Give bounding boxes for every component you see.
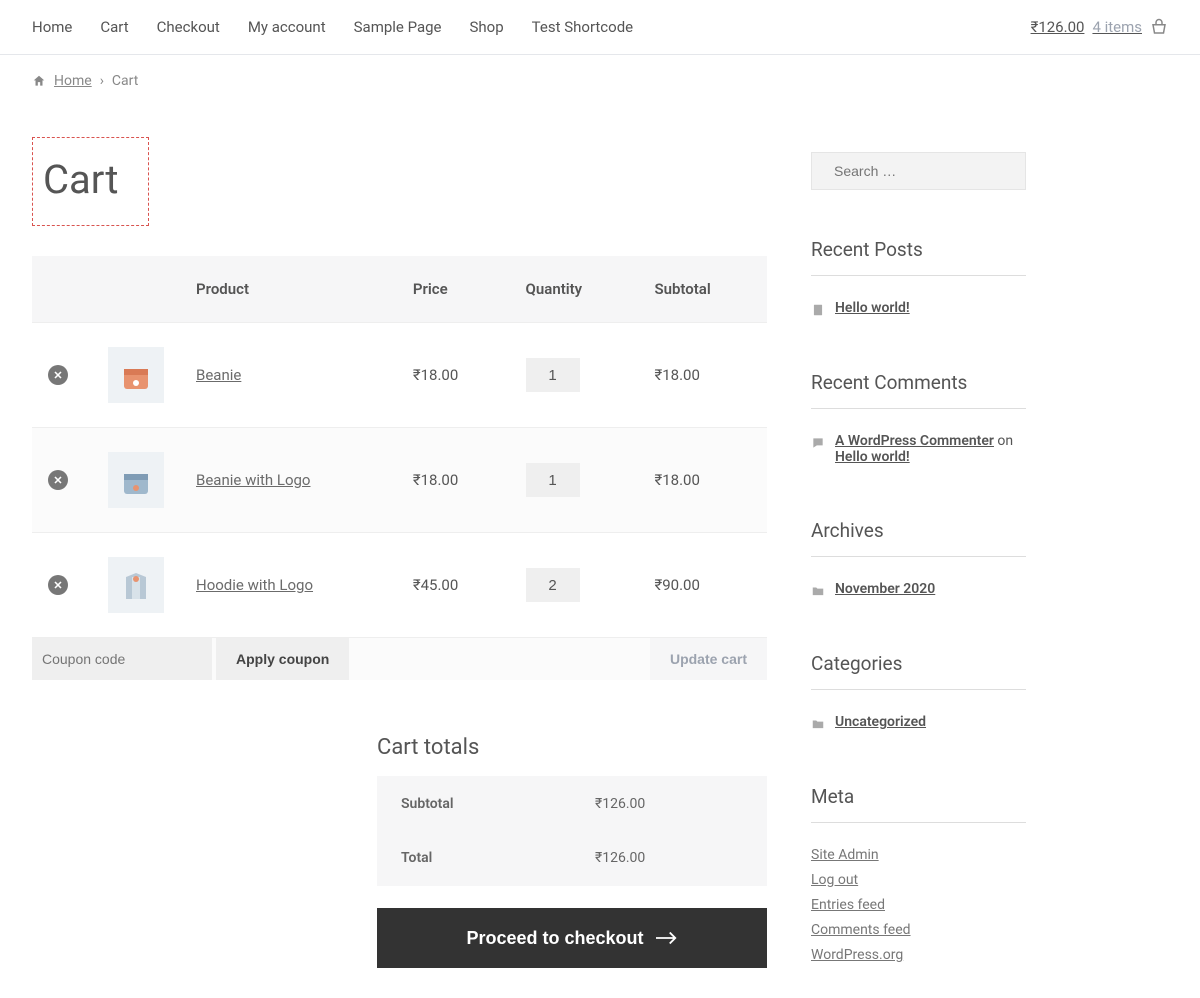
nav-item-cart[interactable]: Cart [100, 18, 128, 36]
checkout-button-label: Proceed to checkout [466, 928, 643, 949]
table-row: ✕ Hoodie with Logo ₹45.00 ₹90.00 [32, 533, 767, 638]
primary-nav: Home Cart Checkout My account Sample Pag… [0, 0, 1200, 55]
product-name-link[interactable]: Hoodie with Logo [196, 576, 313, 594]
archive-link[interactable]: November 2020 [835, 581, 935, 597]
cart-totals: Cart totals Subtotal ₹126.00 Total ₹126.… [377, 735, 767, 968]
category-link[interactable]: Uncategorized [835, 714, 926, 730]
cart-actions-row: Apply coupon Update cart [32, 638, 767, 681]
recent-comments-widget: Recent Comments A WordPress Commenter on… [811, 371, 1026, 471]
remove-item-button[interactable]: ✕ [48, 365, 68, 385]
nav-item-sample-page[interactable]: Sample Page [354, 18, 442, 36]
mini-cart-link[interactable]: ₹126.00 4 items [1031, 18, 1168, 36]
table-row: ✕ Beanie with Logo ₹18.00 ₹18.00 [32, 428, 767, 533]
apply-coupon-button[interactable]: Apply coupon [216, 638, 349, 680]
meta-link-site-admin[interactable]: Site Admin [811, 847, 879, 863]
mini-cart-count: 4 items [1092, 18, 1142, 36]
page-title-highlight: Cart [32, 137, 149, 226]
subtotal-label: Subtotal [379, 778, 571, 830]
table-row: ✕ Beanie ₹18.00 ₹18.00 [32, 323, 767, 428]
product-thumbnail[interactable] [108, 557, 164, 613]
breadcrumb-separator: › [100, 73, 104, 89]
list-item: Hello world! [811, 294, 1026, 323]
col-price: Price [397, 256, 510, 323]
basket-icon [1150, 18, 1168, 36]
remove-item-button[interactable]: ✕ [48, 575, 68, 595]
mini-cart-total: ₹126.00 [1031, 18, 1085, 36]
subtotal-value: ₹126.00 [573, 778, 765, 830]
breadcrumb-home[interactable]: Home [54, 73, 92, 89]
col-subtotal: Subtotal [638, 256, 767, 323]
nav-links: Home Cart Checkout My account Sample Pag… [32, 18, 633, 36]
col-product: Product [180, 256, 397, 323]
product-price: ₹18.00 [397, 323, 510, 428]
quantity-input[interactable] [526, 568, 580, 602]
product-name-link[interactable]: Beanie with Logo [196, 471, 311, 489]
remove-item-button[interactable]: ✕ [48, 470, 68, 490]
col-quantity: Quantity [510, 256, 639, 323]
archives-widget: Archives November 2020 [811, 519, 1026, 604]
cart-totals-title: Cart totals [377, 735, 767, 760]
breadcrumb-current: Cart [112, 73, 138, 89]
total-label: Total [379, 832, 571, 884]
breadcrumb: Home › Cart [0, 55, 1200, 107]
product-thumbnail[interactable] [108, 347, 164, 403]
meta-link-wordpress-org[interactable]: WordPress.org [811, 947, 903, 963]
home-icon [32, 74, 46, 88]
product-price: ₹18.00 [397, 428, 510, 533]
on-text: on [994, 433, 1013, 449]
total-value: ₹126.00 [573, 832, 765, 884]
meta-link-comments-feed[interactable]: Comments feed [811, 922, 911, 938]
search-box [811, 152, 1026, 190]
coupon-code-input[interactable] [32, 638, 212, 680]
recent-posts-widget: Recent Posts Hello world! [811, 238, 1026, 323]
widget-title: Archives [811, 519, 1026, 557]
nav-item-my-account[interactable]: My account [248, 18, 326, 36]
product-subtotal: ₹18.00 [638, 323, 767, 428]
quantity-input[interactable] [526, 358, 580, 392]
commenter-link[interactable]: A WordPress Commenter [835, 433, 994, 449]
categories-widget: Categories Uncategorized [811, 652, 1026, 737]
sidebar: Recent Posts Hello world! Recent Comment… [811, 137, 1026, 968]
product-name-link[interactable]: Beanie [196, 366, 241, 384]
proceed-to-checkout-button[interactable]: Proceed to checkout [377, 908, 767, 968]
quantity-input[interactable] [526, 463, 580, 497]
folder-icon [811, 717, 825, 731]
nav-item-home[interactable]: Home [32, 18, 72, 36]
document-icon [811, 303, 825, 317]
widget-title: Categories [811, 652, 1026, 690]
nav-item-test-shortcode[interactable]: Test Shortcode [532, 18, 633, 36]
widget-title: Recent Comments [811, 371, 1026, 409]
page-title: Cart [43, 156, 118, 203]
cart-table: Product Price Quantity Subtotal ✕ Beanie… [32, 256, 767, 680]
nav-item-checkout[interactable]: Checkout [157, 18, 220, 36]
update-cart-button[interactable]: Update cart [650, 638, 767, 680]
meta-link-log-out[interactable]: Log out [811, 872, 858, 888]
comment-post-link[interactable]: Hello world! [835, 449, 910, 465]
list-item: November 2020 [811, 575, 1026, 604]
product-subtotal: ₹18.00 [638, 428, 767, 533]
list-item: A WordPress Commenter on Hello world! [811, 427, 1026, 471]
meta-link-entries-feed[interactable]: Entries feed [811, 897, 885, 913]
product-thumbnail[interactable] [108, 452, 164, 508]
product-price: ₹45.00 [397, 533, 510, 638]
nav-item-shop[interactable]: Shop [470, 18, 504, 36]
folder-icon [811, 584, 825, 598]
product-subtotal: ₹90.00 [638, 533, 767, 638]
widget-title: Meta [811, 785, 1026, 823]
list-item: Uncategorized [811, 708, 1026, 737]
post-link[interactable]: Hello world! [835, 300, 910, 316]
meta-widget: Meta Site Admin Log out Entries feed Com… [811, 785, 1026, 966]
widget-title: Recent Posts [811, 238, 1026, 276]
search-input[interactable] [834, 163, 1015, 179]
arrow-right-icon [656, 931, 678, 945]
comment-icon [811, 436, 825, 450]
